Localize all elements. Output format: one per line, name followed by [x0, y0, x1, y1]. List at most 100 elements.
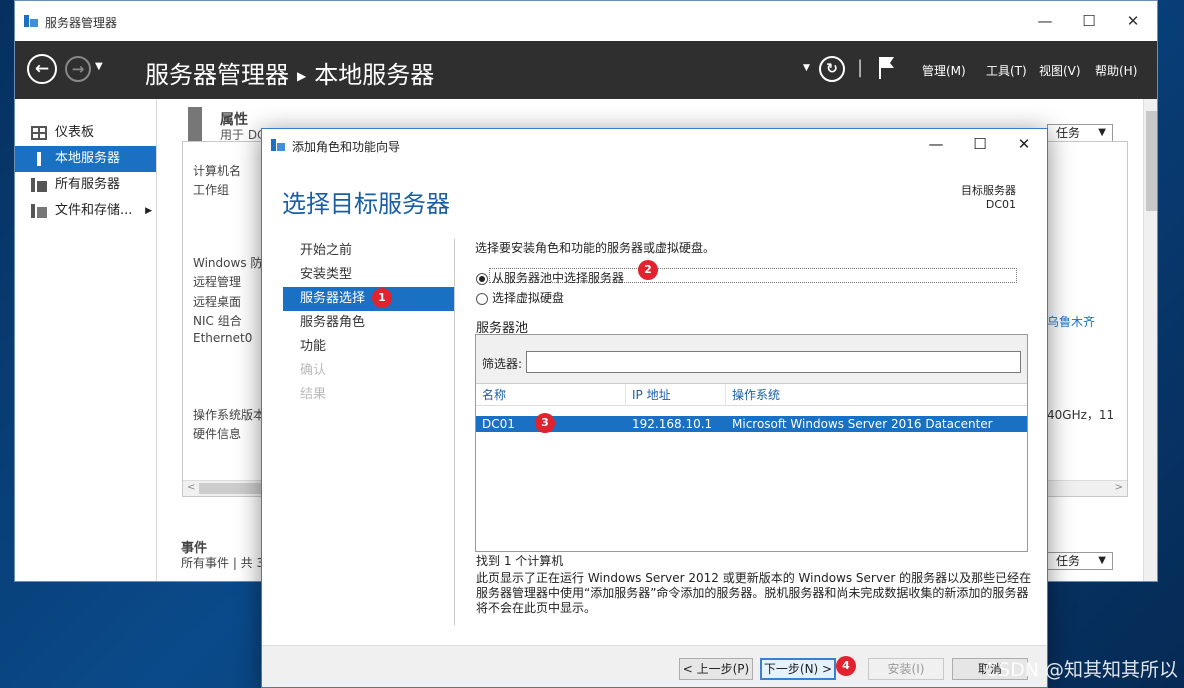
prop-label-ethernet: Ethernet0	[193, 331, 253, 345]
target-server-label: 目标服务器	[961, 184, 1016, 197]
step-label: 服务器选择	[300, 291, 366, 306]
server-name-cell: DC01	[482, 417, 515, 431]
radio-server-pool[interactable]: 从服务器池中选择服务器	[476, 269, 624, 286]
server-pool-list: 筛选器: 名称 IP 地址 操作系统 DC01 192.168.10.1 Mic…	[475, 334, 1028, 552]
tasks-dropdown-events[interactable]: 任务 ▼	[1047, 552, 1113, 570]
timezone-link[interactable]: 乌鲁木齐	[1047, 313, 1095, 330]
main-header: ← → ▼ 服务器管理器 ▶ 本地服务器 ▼ ↻ | 管理(M) 工具(T) 视图(…	[15, 41, 1157, 99]
dashboard-icon	[31, 126, 47, 140]
sidebar-item-label: 仪表板	[55, 125, 95, 140]
back-arrow-icon[interactable]: ←	[27, 54, 57, 84]
scrollbar-thumb[interactable]	[1146, 111, 1157, 211]
close-button[interactable]: ✕	[1111, 7, 1155, 35]
wizard-app-icon	[271, 139, 285, 151]
sidebar-item-all-servers[interactable]: 所有服务器	[15, 172, 156, 198]
prop-label-computer-name: 计算机名	[193, 164, 242, 178]
properties-icon	[188, 107, 202, 141]
step-before-you-begin[interactable]: 开始之前	[283, 239, 454, 263]
sidebar-item-local-server[interactable]: 本地服务器	[15, 146, 156, 172]
previous-button[interactable]: < 上一步(P)	[679, 658, 753, 680]
scroll-right-icon[interactable]: >	[1115, 482, 1123, 493]
column-header-os[interactable]: 操作系统	[726, 384, 1027, 406]
chevron-down-icon: ▼	[1098, 127, 1106, 138]
expand-chevron-icon[interactable]: ▶	[145, 198, 152, 224]
servers-icon	[31, 178, 47, 192]
install-button[interactable]: 安装(I)	[868, 658, 944, 680]
tasks-label: 任务	[1056, 554, 1081, 568]
menu-help[interactable]: 帮助(H)	[1095, 62, 1137, 79]
step-results: 结果	[300, 387, 327, 402]
page-heading: 选择目标服务器	[282, 190, 450, 218]
refresh-icon[interactable]: ↻	[819, 56, 845, 82]
filter-bar: 筛选器:	[476, 335, 1027, 384]
prop-label-remote-desktop: 远程桌面	[193, 295, 242, 309]
storage-icon	[31, 204, 47, 218]
server-ip-cell: 192.168.10.1	[632, 417, 713, 431]
annotation-badge-2: 2	[638, 260, 658, 280]
cpu-value: 40GHz，11	[1047, 408, 1115, 422]
main-scrollbar[interactable]	[1143, 99, 1157, 581]
tasks-dropdown-top[interactable]: 任务 ▼	[1047, 124, 1113, 142]
watermark: CSDN @知其知其所以	[984, 659, 1178, 681]
pool-note: 此页显示了正在运行 Windows Server 2012 或更新版本的 Win…	[476, 571, 1032, 615]
step-server-selection[interactable]: 服务器选择	[283, 287, 454, 311]
menu-tools[interactable]: 工具(T)	[986, 62, 1027, 79]
sidebar-item-dashboard[interactable]: 仪表板	[15, 120, 156, 146]
prop-label-hardware: 硬件信息	[193, 427, 242, 441]
dialog-titlebar: 添加角色和功能向导 — ☐ ✕	[262, 129, 1047, 159]
dialog-footer: < 上一步(P) 下一步(N) > 安装(I) 取消	[262, 645, 1047, 687]
server-manager-icon	[24, 15, 38, 27]
history-dropdown-icon[interactable]: ▼	[95, 61, 103, 72]
step-installation-type[interactable]: 安装类型	[283, 263, 454, 287]
radio-server-pool-label: 从服务器池中选择服务器	[492, 271, 625, 285]
table-row[interactable]: DC01 192.168.10.1 Microsoft Windows Serv…	[476, 416, 1027, 432]
column-header-row: 名称 IP 地址 操作系统	[476, 384, 1027, 406]
sidebar-item-label: 本地服务器	[55, 151, 121, 166]
main-titlebar: 服务器管理器 — ☐ ✕	[15, 1, 1157, 41]
step-features[interactable]: 功能	[283, 335, 454, 359]
column-header-ip[interactable]: IP 地址	[626, 384, 726, 406]
sidebar-item-file-storage[interactable]: 文件和存储... ▶	[15, 198, 156, 224]
step-server-roles[interactable]: 服务器角色	[283, 311, 454, 335]
radio-virtual-disk-label: 选择虚拟硬盘	[492, 291, 565, 305]
scrollbar-thumb[interactable]	[199, 483, 269, 494]
radio-virtual-disk[interactable]: 选择虚拟硬盘	[476, 289, 564, 306]
sidebar-item-label: 文件和存储...	[55, 203, 133, 218]
prop-label-os-version: 操作系统版本	[193, 408, 266, 422]
page-description: 选择要安装角色和功能的服务器或虚拟硬盘。	[475, 241, 716, 255]
target-server-value: DC01	[985, 198, 1016, 211]
events-subtitle: 所有事件 | 共 3	[181, 556, 265, 570]
found-count: 找到 1 个计算机	[476, 554, 564, 568]
menu-manage[interactable]: 管理(M)	[922, 62, 966, 79]
scroll-left-icon[interactable]: <	[187, 482, 195, 493]
forward-arrow-icon[interactable]: →	[65, 56, 91, 82]
header-divider: |	[857, 57, 864, 78]
breadcrumb: 服务器管理器 ▶ 本地服务器	[145, 55, 434, 90]
breadcrumb-page: 本地服务器	[314, 61, 435, 89]
prop-label-nic-teaming: NIC 组合	[193, 314, 242, 328]
next-button[interactable]: 下一步(N) >	[760, 658, 836, 680]
maximize-button[interactable]: ☐	[1067, 7, 1111, 35]
menu-view[interactable]: 视图(V)	[1039, 62, 1081, 79]
minimize-button[interactable]: —	[1023, 7, 1067, 35]
dialog-minimize-button[interactable]: —	[914, 131, 958, 157]
radio-selected-icon[interactable]	[476, 272, 488, 285]
dialog-maximize-button[interactable]: ☐	[958, 131, 1002, 157]
column-header-name[interactable]: 名称	[476, 384, 626, 406]
refresh-dropdown-icon[interactable]: ▼	[803, 63, 810, 73]
notifications-flag-icon[interactable]	[878, 55, 896, 81]
tasks-label: 任务	[1056, 126, 1081, 140]
sidebar-item-label: 所有服务器	[55, 177, 121, 192]
filter-input[interactable]	[526, 351, 1021, 373]
target-server-info: 目标服务器 DC01	[961, 184, 1016, 212]
radio-unselected-icon[interactable]	[476, 292, 488, 305]
add-roles-wizard-dialog: 添加角色和功能向导 — ☐ ✕ 选择目标服务器 目标服务器 DC01 开始之前 …	[261, 128, 1048, 688]
step-confirmation: 确认	[300, 363, 327, 378]
dialog-title: 添加角色和功能向导	[292, 140, 401, 154]
annotation-badge-3: 3	[535, 413, 555, 433]
dialog-close-button[interactable]: ✕	[1002, 131, 1046, 157]
prop-label-remote-management: 远程管理	[193, 275, 242, 289]
prop-label-workgroup: 工作组	[193, 183, 230, 197]
breadcrumb-app[interactable]: 服务器管理器	[145, 61, 289, 89]
prop-label-firewall: Windows 防	[193, 256, 263, 270]
